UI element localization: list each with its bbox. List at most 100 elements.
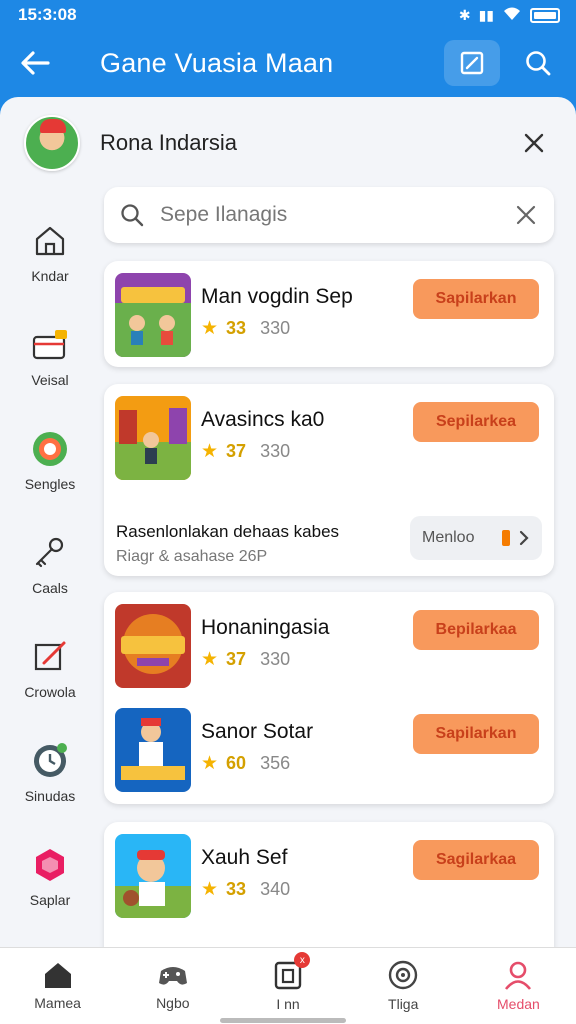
tab-medan[interactable]: Medan xyxy=(461,948,576,1024)
game-name: Avasincs ka0 xyxy=(201,408,325,431)
tab-tliga[interactable]: Tliga xyxy=(346,948,461,1024)
edit-icon xyxy=(31,638,69,676)
play-button[interactable]: Sepilarkea xyxy=(413,402,539,442)
target-icon xyxy=(31,430,69,468)
game-card: Xauh Sef ★ 33 340 Sagilarkaa xyxy=(104,822,554,947)
profile-row: Rona Indarsia xyxy=(0,97,576,189)
play-button[interactable]: Bepilarkaa xyxy=(413,610,539,650)
rating-score: 37 xyxy=(226,441,247,461)
profile-name: Rona Indarsia xyxy=(100,130,237,155)
disc-icon xyxy=(389,960,418,990)
game-name: Man vogdin Sep xyxy=(201,285,353,308)
notification-badge: x xyxy=(294,952,311,968)
bluetooth-icon: ✱ xyxy=(458,6,471,23)
side-item-label: Sengles xyxy=(24,476,76,492)
tab-mamea[interactable]: Mamea xyxy=(0,948,115,1024)
home-outline-icon xyxy=(31,222,69,260)
star-icon: ★ xyxy=(201,649,219,670)
play-button[interactable]: Sapilarkan xyxy=(413,279,539,319)
search-icon xyxy=(104,203,160,227)
tab-label: Medan xyxy=(497,996,540,1012)
status-bar: 15:3:08 ✱ ▮▮ xyxy=(0,0,576,30)
side-item-label: Sinudas xyxy=(24,788,76,804)
game-rating: ★ 33 340 xyxy=(201,878,290,901)
status-time: 15:3:08 xyxy=(18,5,77,24)
rating-score: 33 xyxy=(226,318,247,338)
game-thumbnail xyxy=(115,834,191,918)
close-icon xyxy=(524,133,544,153)
game-thumbnail xyxy=(115,396,191,480)
side-item-label: Crowola xyxy=(24,684,76,700)
close-button[interactable] xyxy=(512,121,556,165)
game-thumbnail xyxy=(115,604,191,688)
game-row[interactable]: Man vogdin Sep ★ 33 330 Sapilarkan xyxy=(104,261,554,361)
key-icon xyxy=(31,534,69,572)
bookmark-icon xyxy=(502,530,510,546)
home-icon xyxy=(44,963,71,988)
side-item-label: Caals xyxy=(32,580,68,596)
play-button[interactable]: Sagilarkaa xyxy=(413,840,539,880)
more-button-label: Menloo xyxy=(422,529,475,546)
promo-subtitle: Riagr & asahase 26P xyxy=(116,548,268,565)
tab-label: I nn xyxy=(276,996,300,1012)
tab-ngbo[interactable]: Ngbo xyxy=(115,948,230,1024)
rating-score: 60 xyxy=(226,753,247,773)
promo-title: Rasenlonlakan dehaas kabes xyxy=(116,522,340,541)
tab-label: Mamea xyxy=(34,995,81,1011)
side-item-saplar[interactable]: Saplar xyxy=(0,825,100,929)
game-name: Sanor Sotar xyxy=(201,720,314,743)
header-search-button[interactable] xyxy=(510,40,566,86)
search-input[interactable] xyxy=(160,203,498,227)
game-row[interactable]: Xauh Sef ★ 33 340 Sagilarkaa xyxy=(104,822,554,922)
side-item-sinudas[interactable]: Sinudas xyxy=(0,721,100,825)
app-header: Gane Vuasia Maan xyxy=(0,30,576,96)
cube-icon xyxy=(31,846,69,884)
game-rating: ★ 60 356 xyxy=(201,752,290,775)
bottom-nav: Mamea Ngbo x I nn Tliga Medan xyxy=(0,947,576,1024)
play-button[interactable]: Sapilarkan xyxy=(413,714,539,754)
rating-score: 37 xyxy=(226,649,247,669)
game-name: Honaningasia xyxy=(201,616,330,639)
side-item-veisal[interactable]: Veisal xyxy=(0,305,100,409)
tab-label: Ngbo xyxy=(156,995,190,1011)
star-icon: ★ xyxy=(201,753,219,774)
status-icons: ✱ ▮▮ xyxy=(459,6,560,25)
side-item-kndar[interactable]: Kndar xyxy=(0,201,100,305)
close-icon xyxy=(516,205,536,225)
edit-button[interactable] xyxy=(444,40,500,86)
game-row[interactable]: Honaningasia ★ 37 330 Bepilarkaa xyxy=(104,592,554,692)
rating-count: 330 xyxy=(260,318,291,338)
game-name: Xauh Sef xyxy=(201,846,288,869)
side-item-crowola[interactable]: Crowola xyxy=(0,617,100,721)
star-icon: ★ xyxy=(201,318,219,339)
game-thumbnail xyxy=(115,708,191,792)
clear-search-button[interactable] xyxy=(498,205,554,225)
chevron-right-icon xyxy=(519,530,529,546)
game-row[interactable]: Avasincs ka0 ★ 37 330 Sepilarkea xyxy=(104,384,554,484)
game-row[interactable]: Sanor Sotar ★ 60 356 Sapilarkan xyxy=(104,696,554,796)
game-card: Honaningasia ★ 37 330 Bepilarkaa Sanor S… xyxy=(104,592,554,804)
signal-icon: ▮▮ xyxy=(478,6,494,23)
star-icon: ★ xyxy=(201,879,219,900)
home-indicator xyxy=(220,1018,346,1023)
rating-count: 340 xyxy=(260,879,291,899)
content-sheet: Rona Indarsia Kndar Veisal Sengles Caals… xyxy=(0,97,576,947)
tab-label: Tliga xyxy=(388,996,419,1012)
wallet-icon xyxy=(31,326,69,364)
edit-square-icon xyxy=(460,51,484,75)
game-rating: ★ 37 330 xyxy=(201,648,290,671)
star-icon: ★ xyxy=(201,441,219,462)
battery-icon xyxy=(530,7,560,23)
clock-icon xyxy=(31,742,69,780)
arrow-left-icon xyxy=(21,51,50,75)
side-item-caals[interactable]: Caals xyxy=(0,513,100,617)
tab-inn[interactable]: x I nn xyxy=(230,948,345,1024)
rating-score: 33 xyxy=(226,879,247,899)
back-button[interactable] xyxy=(0,30,70,96)
promo-text: Rasenlonlakan dehaas kabes Riagr & asaha… xyxy=(116,522,406,566)
avatar[interactable] xyxy=(24,115,80,171)
side-item-label: Kndar xyxy=(31,268,69,284)
side-item-sengles[interactable]: Sengles xyxy=(0,409,100,513)
more-button[interactable]: Menloo xyxy=(410,516,542,560)
person-icon xyxy=(505,961,532,990)
